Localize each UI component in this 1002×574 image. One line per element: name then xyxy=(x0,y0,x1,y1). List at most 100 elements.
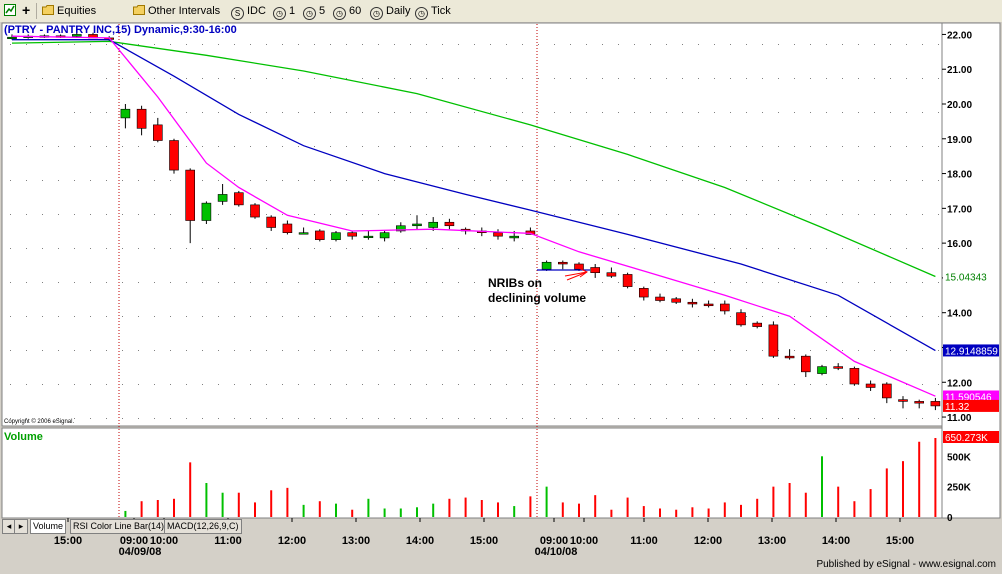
volume-tick-label: 500K xyxy=(947,452,972,463)
candle xyxy=(347,232,358,237)
chart-icon[interactable] xyxy=(4,3,19,19)
daily-button[interactable]: ◷ Daily xyxy=(370,3,411,20)
folder-icon xyxy=(133,5,145,15)
price-tick-label: 14.00 xyxy=(947,309,972,320)
candle xyxy=(590,267,601,273)
volume-label: Volume xyxy=(4,431,43,443)
candle xyxy=(331,232,341,240)
candle xyxy=(622,274,633,287)
interval-1-label: 1 xyxy=(289,5,296,17)
candle xyxy=(234,192,244,206)
tick-button[interactable]: ◷ Tick xyxy=(415,3,451,20)
candle xyxy=(671,298,682,303)
candle xyxy=(169,140,179,171)
candle xyxy=(217,194,228,202)
price-tick-label: 20.00 xyxy=(947,100,972,111)
interval-icon: ◷ xyxy=(415,7,428,20)
candle xyxy=(282,223,293,233)
price-tick-label: 21.00 xyxy=(947,65,972,76)
price-tick-label: 12.00 xyxy=(947,378,972,389)
candle xyxy=(266,216,277,228)
interval-5-button[interactable]: ◷ 5 xyxy=(303,3,326,20)
candle xyxy=(153,124,163,141)
candle xyxy=(655,296,665,301)
time-axis-label: 13:00 xyxy=(758,535,786,547)
candle xyxy=(557,261,568,265)
price-tick-label: 17.00 xyxy=(947,204,972,215)
candle xyxy=(185,169,195,221)
chart-title: (PTRY - PANTRY INC,15) Dynamic,9:30-16:0… xyxy=(4,24,237,36)
candle xyxy=(865,383,876,388)
candle xyxy=(930,401,941,407)
interval-icon: ◷ xyxy=(370,7,383,20)
interval-5-label: 5 xyxy=(319,5,326,17)
candle xyxy=(363,235,374,238)
price-chart[interactable]: 22.0021.0020.0019.0018.0017.0016.0015.00… xyxy=(0,22,1002,574)
date-axis-label: 04/10/08 xyxy=(535,546,578,558)
time-axis-label: 12:00 xyxy=(278,535,306,547)
date-axis-label: 04/09/08 xyxy=(119,546,162,558)
candle xyxy=(7,36,17,40)
tick-label: Tick xyxy=(431,5,451,17)
copyright-text: Copyright © 2006 eSignal. xyxy=(4,418,74,425)
tab-macd[interactable]: MACD(12,26,9,C) xyxy=(164,519,242,534)
price-tick-label: 22.00 xyxy=(947,30,972,41)
interval-icon: ◷ xyxy=(333,7,346,20)
annotation-line-1: NRIBs on xyxy=(488,276,542,290)
interval-icon: S xyxy=(231,7,244,20)
candle xyxy=(250,204,260,218)
candle xyxy=(703,303,714,307)
candle xyxy=(849,368,860,385)
time-axis-label: 14:00 xyxy=(822,535,850,547)
candle xyxy=(509,235,520,239)
candle xyxy=(379,232,390,239)
equities-label: Equities xyxy=(57,5,97,17)
candle xyxy=(444,221,455,227)
interval-1-button[interactable]: ◷ 1 xyxy=(273,3,296,20)
daily-label: Daily xyxy=(386,5,411,17)
candle xyxy=(817,366,827,374)
time-axis-label: 15:00 xyxy=(54,535,82,547)
time-axis-label: 13:00 xyxy=(342,535,370,547)
equities-menu[interactable]: Equities xyxy=(42,3,96,19)
candle xyxy=(136,108,147,129)
time-axis-label: 15:00 xyxy=(470,535,498,547)
candle xyxy=(719,303,730,312)
candle xyxy=(752,322,763,327)
interval-icon: ◷ xyxy=(273,7,286,20)
candle xyxy=(833,366,844,369)
volume-tick-label: 250K xyxy=(947,483,972,494)
time-axis-label: 11:00 xyxy=(214,535,242,547)
idc-label: IDC xyxy=(247,5,266,17)
other-intervals-menu[interactable]: Other Intervals xyxy=(133,3,220,19)
candle xyxy=(541,261,552,270)
idc-button[interactable]: S IDC xyxy=(231,3,266,20)
folder-icon xyxy=(42,5,54,15)
time-axis-label: 15:00 xyxy=(886,535,914,547)
price-tick-label: 19.00 xyxy=(947,135,972,146)
last-price-tag: 11.32 xyxy=(945,402,970,413)
tab-rsi[interactable]: RSI Color Line Bar(14) xyxy=(70,519,168,534)
price-tick-label: 16.00 xyxy=(947,239,972,250)
interval-60-button[interactable]: ◷ 60 xyxy=(333,3,361,20)
footer-credit: Published by eSignal - www.esignal.com xyxy=(816,559,996,570)
candle xyxy=(736,312,746,326)
tab-volume[interactable]: Volume xyxy=(30,519,67,534)
ma-slow-value-tag: 15.04343 xyxy=(945,272,987,283)
volume-value-tag: 650.273K xyxy=(945,433,988,444)
candle xyxy=(800,355,811,373)
candle xyxy=(898,399,908,402)
time-axis-label: 12:00 xyxy=(694,535,722,547)
volume-tick-label: 0 xyxy=(947,513,953,524)
candle xyxy=(784,355,795,359)
add-icon[interactable]: + xyxy=(22,3,30,19)
candle xyxy=(298,232,309,235)
tab-scroll-right-icon[interactable]: ▸ xyxy=(14,519,28,534)
time-axis-label: 14:00 xyxy=(406,535,434,547)
candle xyxy=(606,272,617,277)
price-tick-label: 18.00 xyxy=(947,170,972,181)
candle xyxy=(428,221,439,228)
candle xyxy=(412,223,422,227)
candle xyxy=(120,108,131,119)
time-axis-label: 11:00 xyxy=(630,535,658,547)
